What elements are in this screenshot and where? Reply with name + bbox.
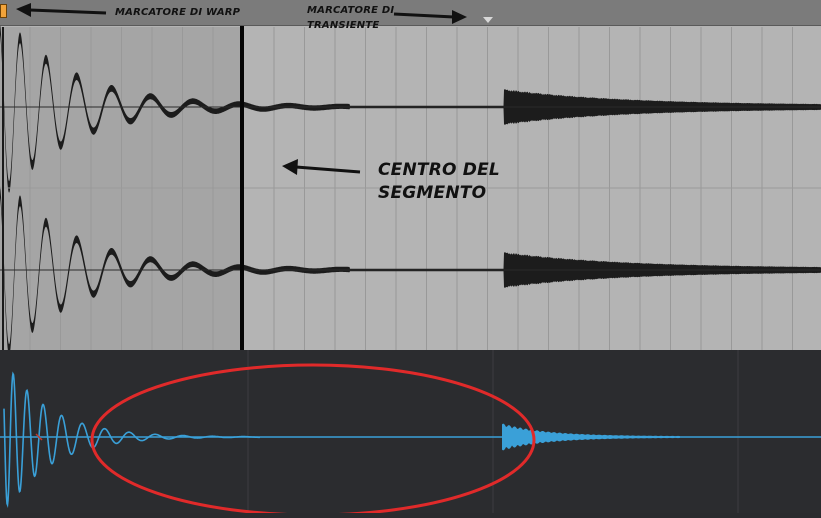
warp-marker-label: MARCATORE DI WARP	[115, 7, 241, 18]
segment-boundary-line[interactable]	[240, 0, 244, 350]
sample-editor[interactable]: MARCATORE DI WARP MARCATORE DI TRANSIENT…	[0, 0, 821, 350]
transient-arrow-head-icon	[452, 10, 467, 24]
transient-marker-triangle-icon[interactable]	[483, 17, 493, 23]
overview-transient-burst	[502, 423, 680, 451]
highlight-ellipse	[90, 363, 536, 517]
segment-label-line2: SEGMENTO	[378, 183, 487, 203]
segment-arrow-head-icon	[282, 159, 298, 175]
clip-overview[interactable]	[0, 350, 821, 517]
warp-arrow-icon	[29, 8, 107, 15]
warp-arrow-head-icon	[16, 3, 31, 17]
transient-arrow-icon	[393, 12, 455, 19]
segment-arrow-icon	[295, 165, 361, 174]
left-edge-line	[2, 27, 4, 350]
warp-editor-screenshot: MARCATORE DI WARP MARCATORE DI TRANSIENT…	[0, 0, 821, 517]
segment-center-label: CENTRO DEL SEGMENTO	[378, 159, 508, 205]
overview-display[interactable]	[0, 350, 821, 517]
overview-waveform	[3, 371, 260, 508]
transient-label-line2: TRANSIENTE	[307, 20, 380, 31]
warp-marker-ruler[interactable]: MARCATORE DI WARP MARCATORE DI TRANSIENT…	[0, 0, 821, 31]
transient-label-line1: MARCATORE DI	[307, 5, 395, 16]
segment-label-line1: CENTRO DEL	[378, 160, 500, 180]
transient-marker-label: MARCATORE DI TRANSIENTE	[307, 3, 402, 33]
